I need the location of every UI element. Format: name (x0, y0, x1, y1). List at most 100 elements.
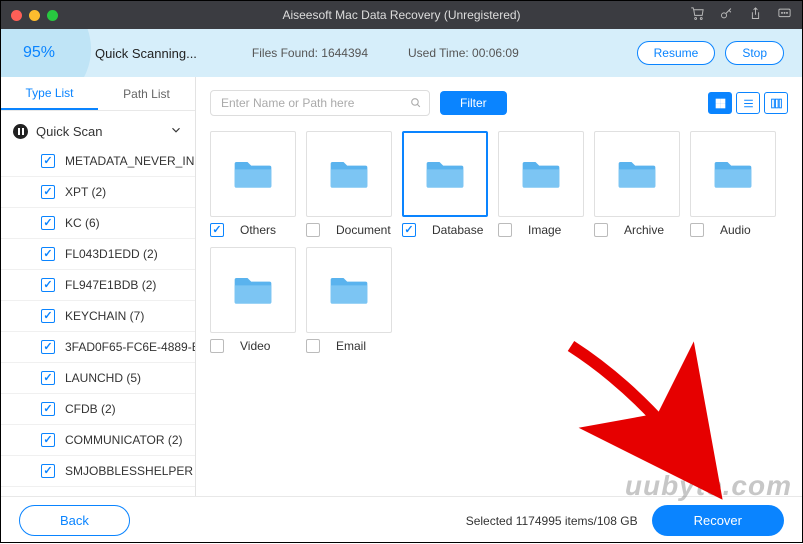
folder-card-video: Video (210, 247, 296, 353)
tree-item-label: KC (6) (65, 216, 100, 230)
folder-grid: OthersDocumentDatabaseImageArchiveAudioV… (210, 121, 788, 496)
tree-item-label: CFDB (2) (65, 402, 116, 416)
search-icon (409, 96, 422, 112)
folder-icon (327, 267, 371, 314)
tab-path-list[interactable]: Path List (98, 77, 195, 110)
checkbox[interactable] (41, 433, 55, 447)
scan-progress-bar: 95% Quick Scanning... Files Found: 16443… (1, 29, 802, 77)
share-icon[interactable] (748, 6, 763, 24)
folder-icon (423, 151, 467, 198)
tree-item-label: XPT (2) (65, 185, 106, 199)
window-title: Aiseesoft Mac Data Recovery (Unregistere… (282, 8, 520, 22)
tree-root-label: Quick Scan (36, 124, 102, 139)
tree-item[interactable]: FL947E1BDB (2) (1, 270, 195, 301)
folder-card-audio: Audio (690, 131, 776, 237)
folder-checkbox[interactable] (306, 223, 320, 237)
fullscreen-window-button[interactable] (47, 10, 58, 21)
checkbox[interactable] (41, 371, 55, 385)
view-columns-button[interactable] (764, 92, 788, 114)
folder-checkbox[interactable] (210, 223, 224, 237)
folder-label: Audio (720, 223, 751, 237)
folder-checkbox[interactable] (306, 339, 320, 353)
content-area: Filter OthersDocumentDatabaseImageArchiv… (196, 77, 802, 496)
folder-label: Others (240, 223, 276, 237)
checkbox[interactable] (41, 464, 55, 478)
resume-button[interactable]: Resume (637, 41, 716, 65)
folder-label: Email (336, 339, 366, 353)
tab-type-list[interactable]: Type List (1, 77, 98, 110)
checkbox[interactable] (41, 278, 55, 292)
tree-item-label: COMMUNICATOR (2) (65, 433, 183, 447)
folder-others[interactable] (210, 131, 296, 217)
folder-label: Image (528, 223, 561, 237)
chevron-down-icon (169, 123, 183, 140)
folder-label: Video (240, 339, 270, 353)
folder-video[interactable] (210, 247, 296, 333)
selection-info: Selected 1174995 items/108 GB (466, 514, 638, 528)
folder-image[interactable] (498, 131, 584, 217)
tree-item[interactable]: COMMUNICATOR (2) (1, 425, 195, 456)
checkbox[interactable] (41, 340, 55, 354)
footer: Back Selected 1174995 items/108 GB Recov… (1, 496, 802, 544)
folder-card-others: Others (210, 131, 296, 237)
folder-icon (231, 267, 275, 314)
tree-item[interactable]: XPT (2) (1, 177, 195, 208)
checkbox[interactable] (41, 154, 55, 168)
folder-audio[interactable] (690, 131, 776, 217)
tree-item[interactable]: SMJOBBLESSHELPER (2) (1, 456, 195, 487)
filter-button[interactable]: Filter (440, 91, 507, 115)
search-field (210, 90, 430, 116)
folder-icon (231, 151, 275, 198)
checkbox[interactable] (41, 216, 55, 230)
folder-label: Archive (624, 223, 664, 237)
folder-checkbox[interactable] (210, 339, 224, 353)
folder-archive[interactable] (594, 131, 680, 217)
close-window-button[interactable] (11, 10, 22, 21)
folder-card-archive: Archive (594, 131, 680, 237)
cart-icon[interactable] (690, 6, 705, 24)
minimize-window-button[interactable] (29, 10, 40, 21)
tree-item[interactable]: KEYCHAIN (7) (1, 301, 195, 332)
checkbox[interactable] (41, 309, 55, 323)
pause-icon (13, 124, 28, 139)
tree-root-quick-scan[interactable]: Quick Scan (1, 117, 195, 146)
folder-card-document: Document (306, 131, 392, 237)
content-toolbar: Filter (210, 77, 788, 121)
folder-database[interactable] (402, 131, 488, 217)
view-toggle (708, 92, 788, 114)
search-input[interactable] (210, 90, 430, 116)
folder-icon (327, 151, 371, 198)
folder-email[interactable] (306, 247, 392, 333)
back-button[interactable]: Back (19, 505, 130, 536)
window-controls (11, 10, 58, 21)
progress-percent: 95% (23, 44, 55, 62)
folder-icon (519, 151, 563, 198)
key-icon[interactable] (719, 6, 734, 24)
view-list-button[interactable] (736, 92, 760, 114)
folder-checkbox[interactable] (402, 223, 416, 237)
stop-button[interactable]: Stop (725, 41, 784, 65)
checkbox[interactable] (41, 402, 55, 416)
tree-item[interactable]: FL043D1EDD (2) (1, 239, 195, 270)
folder-checkbox[interactable] (690, 223, 704, 237)
checkbox[interactable] (41, 247, 55, 261)
recover-button[interactable]: Recover (652, 505, 784, 536)
folder-document[interactable] (306, 131, 392, 217)
tree-item-label: 3FAD0F65-FC6E-4889-B9 (65, 340, 195, 354)
feedback-icon[interactable] (777, 6, 792, 24)
folder-icon (615, 151, 659, 198)
tree-item[interactable]: METADATA_NEVER_INDEX (1, 146, 195, 177)
scan-status: Quick Scanning... (95, 46, 197, 61)
view-grid-button[interactable] (708, 92, 732, 114)
tree-item[interactable]: CFDB (2) (1, 394, 195, 425)
tree-item[interactable]: 3FAD0F65-FC6E-4889-B9 (1, 332, 195, 363)
files-found-label: Files Found: 1644394 (252, 46, 368, 60)
checkbox[interactable] (41, 185, 55, 199)
type-tree: Quick Scan METADATA_NEVER_INDEX XPT (2) KC… (1, 111, 195, 496)
tree-item-label: SMJOBBLESSHELPER (2) (65, 464, 195, 478)
tree-item[interactable]: LAUNCHD (5) (1, 363, 195, 394)
tree-item[interactable]: KC (6) (1, 208, 195, 239)
folder-checkbox[interactable] (594, 223, 608, 237)
tree-item-label: FL947E1BDB (2) (65, 278, 156, 292)
folder-checkbox[interactable] (498, 223, 512, 237)
